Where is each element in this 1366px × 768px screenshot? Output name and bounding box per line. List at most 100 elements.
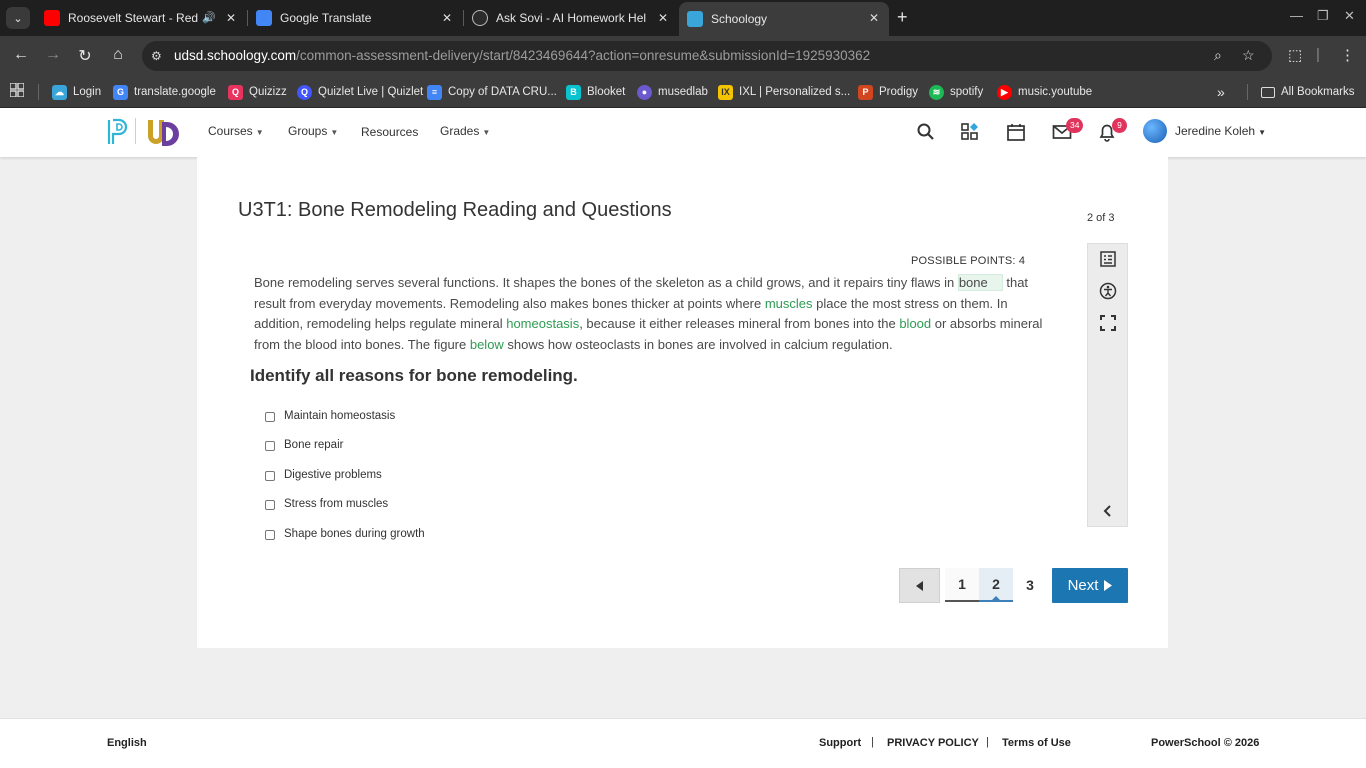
accessibility-icon[interactable] [1099, 282, 1117, 300]
youtube-icon [44, 10, 60, 26]
terms-of-use-link[interactable]: Terms of Use [1002, 737, 1071, 749]
more-bookmarks-chevron-icon[interactable]: » [1217, 82, 1225, 102]
tab-ask-sovi[interactable]: Ask Sovi - AI Homework Helper ✕ [466, 4, 678, 32]
possible-points: POSSIBLE POINTS: 4 [911, 255, 1026, 267]
support-link[interactable]: Support [819, 737, 861, 749]
close-tab-icon[interactable]: ✕ [442, 11, 452, 25]
privacy-policy-link[interactable]: PRIVACY POLICY [887, 737, 979, 749]
close-window-icon[interactable]: ✕ [1344, 8, 1355, 24]
assessment-tools-panel [1087, 243, 1128, 527]
language-selector[interactable]: English [107, 737, 147, 749]
bookmark-login[interactable]: ☁ Login [52, 82, 101, 102]
folder-icon [1261, 86, 1275, 98]
prodigy-icon: P [858, 84, 873, 100]
calendar-icon[interactable] [1006, 122, 1026, 142]
answer-option[interactable]: Digestive problems [265, 467, 382, 483]
bookmark-quizizz[interactable]: Q Quizizz [228, 82, 287, 102]
glossary-link-muscles[interactable]: muscles [765, 296, 813, 311]
bookmark-translate[interactable]: Gtranslate.google [113, 82, 216, 102]
user-menu[interactable]: Jeredine Koleh ▼ [1175, 124, 1266, 138]
previous-page-button[interactable] [899, 568, 940, 603]
zoom-icon[interactable]: ⌕ [1214, 47, 1222, 64]
highlighted-word[interactable]: bone [957, 274, 1003, 291]
district-logo [148, 120, 179, 146]
nav-groups[interactable]: Groups ▼ [288, 124, 338, 138]
divider [38, 84, 39, 100]
notes-icon[interactable] [1099, 250, 1117, 268]
menu-kebab-icon[interactable]: ⋮ [1340, 46, 1355, 64]
divider [1247, 84, 1248, 100]
avatar[interactable] [1143, 119, 1167, 143]
apps-grid-icon[interactable] [10, 83, 24, 97]
youtube-music-icon: ▶ [997, 84, 1012, 100]
glossary-link-homeostasis[interactable]: homeostasis [506, 316, 579, 331]
checkbox[interactable] [265, 470, 275, 481]
google-translate-icon: G [113, 84, 128, 100]
ixl-icon: IX [718, 84, 733, 100]
answer-option[interactable]: Bone repair [265, 437, 343, 453]
speaker-icon[interactable]: 🔊 [202, 11, 216, 24]
browser-tab-bar: ⌄ Roosevelt Stewart - Redeem 🔊 ✕ Google … [0, 0, 1366, 36]
tab-title: Ask Sovi - AI Homework Helper [496, 11, 646, 25]
extensions-icon[interactable]: ⬚ [1288, 46, 1302, 64]
chevron-down-icon: ▼ [1258, 128, 1266, 137]
logo-divider [135, 118, 136, 144]
page-button-3[interactable]: 3 [1013, 568, 1047, 602]
chevron-down-icon: ▼ [255, 128, 264, 137]
collapse-panel-chevron-icon[interactable] [1099, 502, 1117, 520]
tab-schoology[interactable]: Schoology ✕ [679, 2, 889, 36]
fullscreen-icon[interactable] [1099, 314, 1117, 332]
home-icon[interactable]: ⌂ [108, 46, 128, 64]
checkbox[interactable] [265, 529, 275, 540]
bookmark-musedlab[interactable]: ● musedlab [637, 82, 708, 102]
nav-resources[interactable]: Resources [361, 125, 418, 139]
nav-grades[interactable]: Grades ▼ [440, 124, 490, 138]
bookmarks-bar: ☁ Login Gtranslate.google Q Quizizz Q Quizl… [0, 76, 1366, 108]
forward-icon[interactable]: → [43, 46, 63, 64]
site-settings-icon[interactable]: ⚙ [151, 49, 162, 63]
bookmark-star-icon[interactable]: ☆ [1242, 47, 1255, 64]
checkbox[interactable] [265, 499, 275, 510]
url-text[interactable]: udsd.schoology.com/common-assessment-del… [174, 48, 870, 63]
page-button-1[interactable]: 1 [945, 568, 979, 602]
powerschool-logo[interactable] [107, 118, 129, 146]
tab-separator [247, 10, 248, 26]
google-translate-icon [256, 10, 272, 26]
tab-google-translate[interactable]: Google Translate ✕ [250, 4, 462, 32]
close-tab-icon[interactable]: ✕ [658, 11, 668, 25]
nav-courses[interactable]: Courses ▼ [208, 124, 264, 138]
restore-icon[interactable]: ❐ [1317, 8, 1329, 24]
tab-search-chevron-icon[interactable]: ⌄ [6, 7, 30, 29]
bookmark-music-youtube[interactable]: ▶ music.youtube [997, 82, 1092, 102]
glossary-link-below[interactable]: below [470, 337, 504, 352]
answer-option[interactable]: Maintain homeostasis [265, 408, 395, 424]
caret-right-icon [1104, 580, 1113, 591]
page-title: U3T1: Bone Remodeling Reading and Questi… [238, 199, 672, 221]
tab-separator [463, 10, 464, 26]
address-bar[interactable]: ⚙ udsd.schoology.com/common-assessment-d… [142, 41, 1272, 71]
bookmark-prodigy[interactable]: P Prodigy [858, 82, 918, 102]
bookmark-blooket[interactable]: B Blooket [566, 82, 625, 102]
mail-count-badge: 34 [1066, 118, 1084, 133]
close-tab-icon[interactable]: ✕ [869, 11, 879, 25]
answer-option[interactable]: Shape bones during growth [265, 526, 425, 542]
chevron-down-icon: ▼ [330, 128, 339, 137]
apps-launcher-icon[interactable] [960, 122, 980, 142]
checkbox[interactable] [265, 440, 275, 451]
reload-icon[interactable]: ↻ [75, 46, 95, 66]
bookmark-ixl[interactable]: IX IXL | Personalized s... [718, 82, 850, 102]
next-button[interactable]: Next [1052, 568, 1128, 603]
bookmark-data-cru[interactable]: ≡ Copy of DATA CRU... [427, 82, 557, 102]
back-icon[interactable]: ← [11, 46, 31, 64]
glossary-link-blood[interactable]: blood [899, 316, 931, 331]
search-icon[interactable] [916, 122, 936, 142]
bookmark-spotify[interactable]: ≋ spotify [929, 82, 983, 102]
new-tab-icon[interactable]: + [897, 8, 908, 26]
bookmark-quizlet[interactable]: Q Quizlet Live | Quizlet [297, 82, 423, 102]
checkbox[interactable] [265, 411, 275, 422]
close-tab-icon[interactable]: ✕ [226, 11, 236, 25]
all-bookmarks-folder[interactable]: All Bookmarks [1261, 82, 1355, 102]
answer-option[interactable]: Stress from muscles [265, 496, 388, 512]
tab-youtube[interactable]: Roosevelt Stewart - Redeem 🔊 ✕ [36, 4, 246, 32]
minimize-icon[interactable]: — [1290, 8, 1303, 23]
